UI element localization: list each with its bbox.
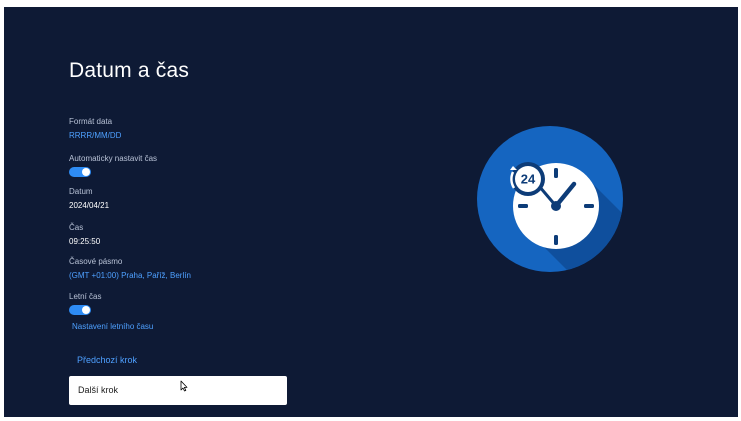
time-setting[interactable]: Čas 09:25:50 — [69, 223, 100, 247]
auto-time-setting[interactable]: Automaticky nastavit čas — [69, 154, 157, 177]
date-format-label: Formát data — [69, 117, 113, 126]
page-title: Datum a čas — [69, 59, 190, 82]
auto-time-label: Automaticky nastavit čas — [69, 154, 158, 163]
time-label: Čas — [69, 223, 84, 232]
auto-time-toggle[interactable] — [69, 167, 91, 177]
badge-24-text: 24 — [521, 172, 536, 187]
date-value: 2024/04/21 — [69, 201, 110, 210]
previous-step-button[interactable]: Předchozí krok — [69, 348, 287, 372]
dst-toggle[interactable] — [69, 305, 91, 315]
timezone-value[interactable]: (GMT +01:00) Praha, Paříž, Berlín — [69, 270, 191, 281]
toggle-knob — [82, 168, 90, 176]
timezone-label: Časové pásmo — [69, 257, 123, 266]
next-step-button[interactable]: Další krok — [69, 376, 287, 405]
mouse-cursor-icon — [180, 380, 188, 392]
date-label: Datum — [69, 187, 93, 196]
date-setting[interactable]: Datum 2024/04/21 — [69, 187, 109, 211]
date-format-value[interactable]: RRRR/MM/DD — [69, 130, 121, 141]
timezone-setting[interactable]: Časové pásmo (GMT +01:00) Praha, Paříž, … — [69, 257, 191, 281]
dst-label: Letní čas — [69, 292, 102, 301]
dst-setting[interactable]: Letní čas — [69, 292, 101, 315]
toggle-knob — [82, 306, 90, 314]
time-value: 09:25:50 — [69, 237, 101, 246]
date-format-setting[interactable]: Formát data RRRR/MM/DD — [69, 117, 121, 141]
clock-24h-icon: 24 — [477, 126, 623, 272]
setup-screen: Datum a čas Formát data RRRR/MM/DD Autom… — [4, 7, 738, 417]
dst-settings-link[interactable]: Nastavení letního času — [72, 322, 153, 331]
